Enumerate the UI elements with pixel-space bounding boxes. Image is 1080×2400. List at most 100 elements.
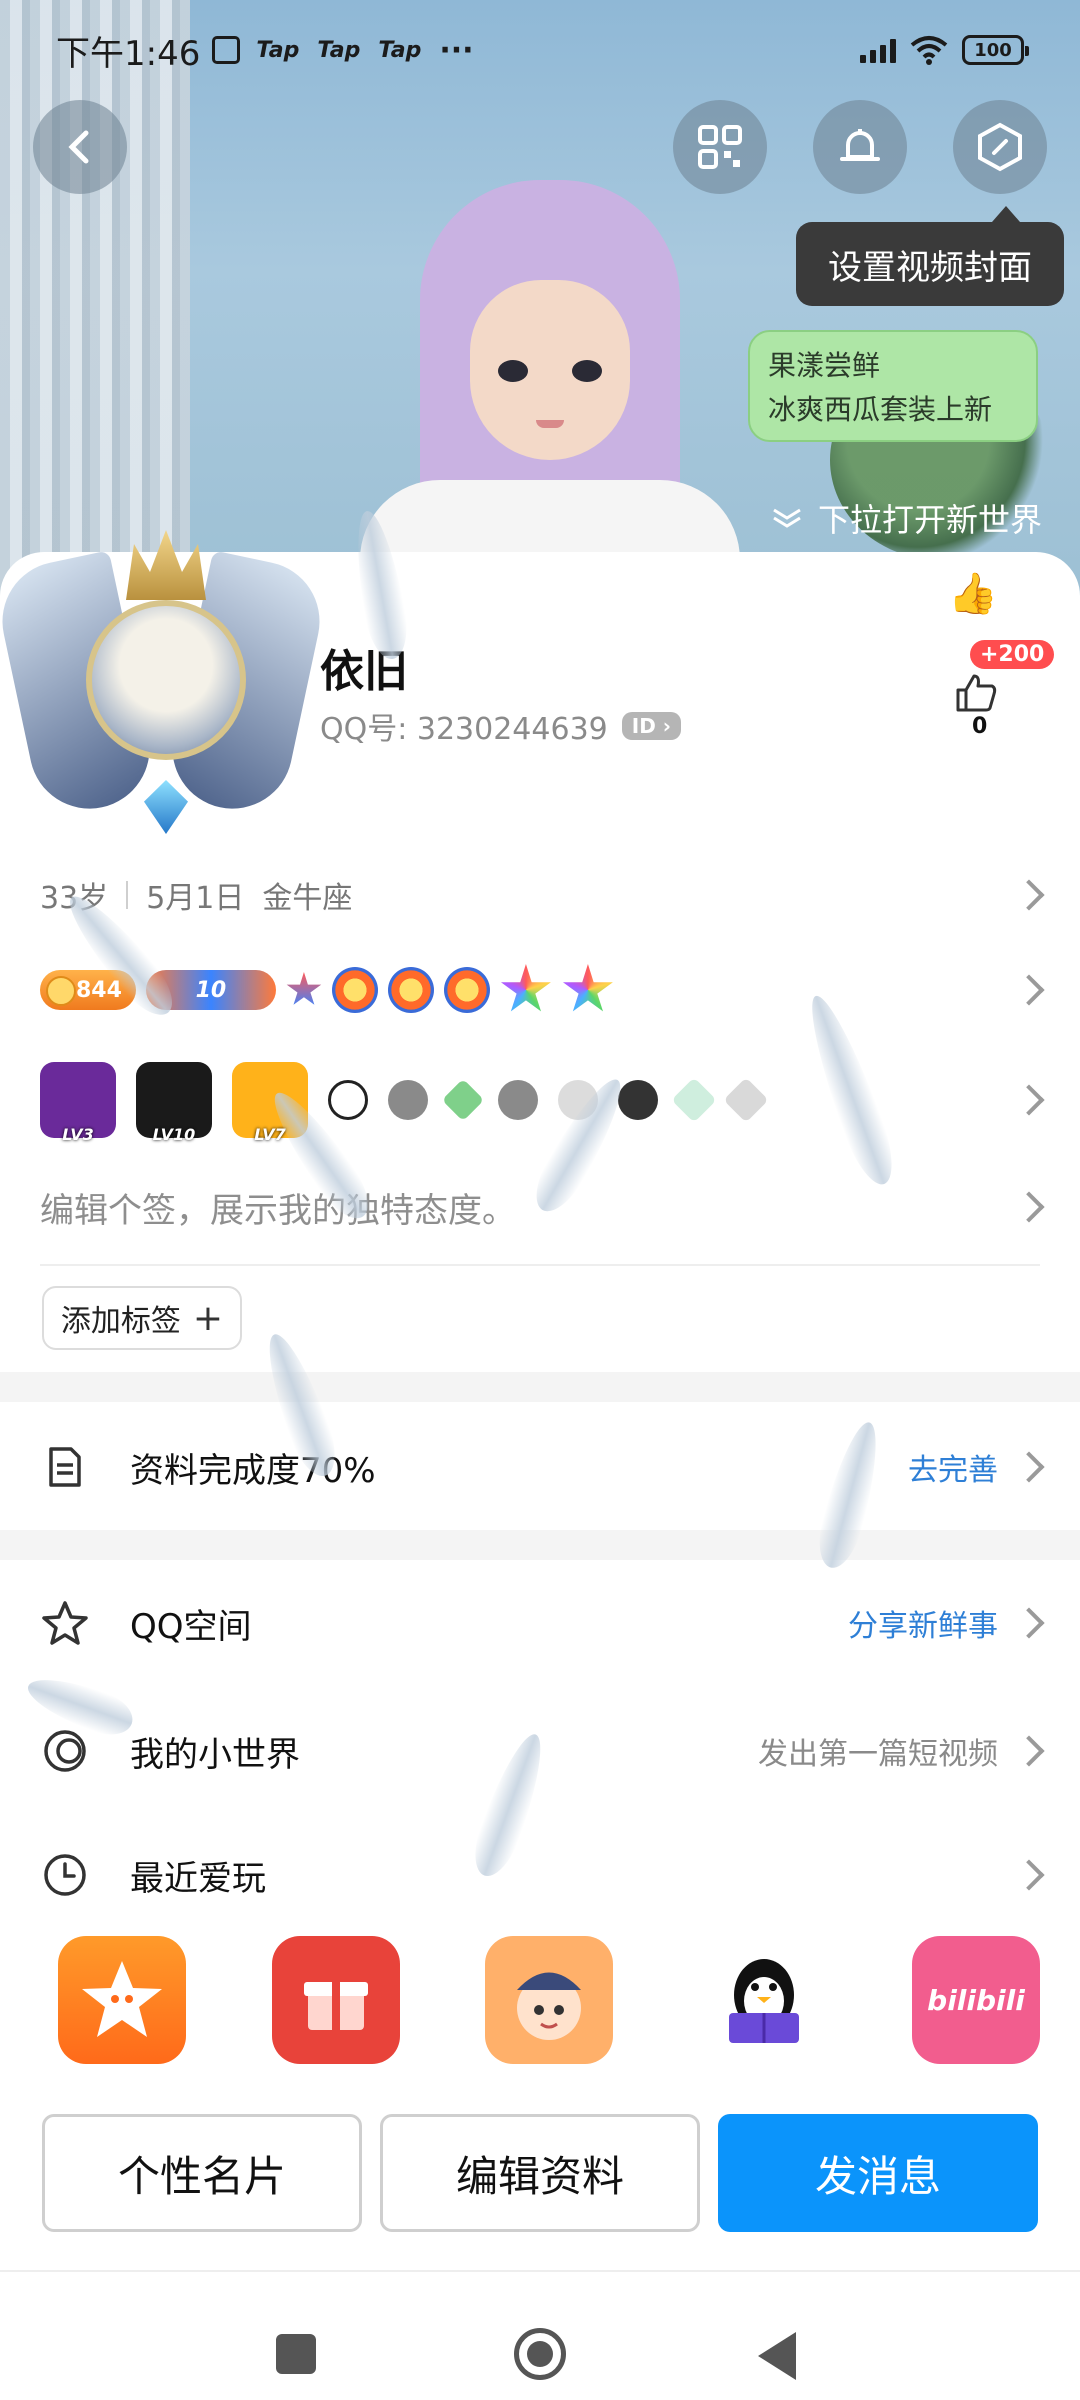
game-badge-lv10: LV10 <box>136 1062 212 1144</box>
bell-icon <box>840 129 880 161</box>
recent-apps: bilibili <box>0 1936 1080 2066</box>
game-badge-label: LV10 <box>152 1125 196 1144</box>
diamond-icon <box>441 1078 485 1122</box>
profile-avatar[interactable] <box>0 510 331 840</box>
chevron-right-icon <box>1013 1607 1045 1639</box>
avatar-frame-crown <box>126 530 206 600</box>
double-chevron-down-icon <box>773 508 801 528</box>
cover-tooltip[interactable]: 设置视频封面 <box>796 206 1064 306</box>
tap-icon: Tap <box>378 37 422 63</box>
diamond-icon <box>723 1077 769 1123</box>
avatar-frame-gem <box>144 780 188 834</box>
profile-completion-row[interactable]: 资料完成度70% 去完善 <box>0 1412 1080 1522</box>
penguin-crown-icon <box>618 1080 658 1120</box>
small-world-icon <box>40 1726 90 1776</box>
small-star-icon <box>286 972 322 1005</box>
chevron-right-icon <box>1013 1859 1045 1891</box>
send-message-button[interactable]: 发消息 <box>718 2114 1038 2232</box>
game-badges-row[interactable]: LV3 LV10 LV7 <box>0 1055 1080 1145</box>
thumbs-up-small-icon: 👍 <box>948 571 998 617</box>
system-navigation-bar <box>0 2270 1080 2400</box>
plus-icon: + <box>192 1297 224 1339</box>
avatar-face <box>470 280 630 460</box>
divider <box>126 881 129 909</box>
qq-number-line[interactable]: QQ号: 3230244639 ID › <box>320 704 682 748</box>
battery-icon: 100 <box>962 35 1029 65</box>
menu-recent-play[interactable]: 最近爱玩 <box>0 1820 1080 1930</box>
menu-right-text: 发出第一篇短视频 <box>758 1737 998 1772</box>
like-count: 0 <box>972 714 988 739</box>
system-back-button[interactable] <box>758 2332 796 2380</box>
promo-bubble[interactable]: 果漾尝鲜 冰爽西瓜套装上新 <box>748 330 1038 442</box>
pull-hint: 下拉打开新世界 <box>770 495 1042 541</box>
birthday: 5月1日 <box>146 881 245 916</box>
id-badge-label: ID <box>631 714 656 738</box>
edit-profile-button[interactable]: 编辑资料 <box>380 2114 700 2232</box>
notification-button[interactable] <box>813 100 907 194</box>
menu-label: QQ空间 <box>130 1606 252 1647</box>
menu-label: 最近爱玩 <box>130 1858 266 1899</box>
zodiac: 金牛座 <box>262 881 353 916</box>
menu-label: 我的小世界 <box>130 1734 300 1775</box>
thumbs-up-icon[interactable] <box>954 672 998 712</box>
nfc-icon <box>212 36 241 64</box>
signature-placeholder: 编辑个签，展示我的独特态度。 <box>40 1190 516 1231</box>
status-right: 100 <box>860 35 1029 65</box>
like-plus-badge: +200 <box>970 640 1055 669</box>
tap-icon: Tap <box>256 37 300 63</box>
star-app-icon[interactable] <box>58 1936 186 2064</box>
bomb-icon <box>328 1080 368 1120</box>
cover-settings-icon <box>978 122 1022 172</box>
anime-game-app-icon[interactable] <box>485 1936 613 2064</box>
recent-apps-button[interactable] <box>276 2334 316 2374</box>
add-tag-label: 添加标签 <box>60 1304 181 1339</box>
add-tag-button[interactable]: 添加标签 + <box>42 1286 242 1350</box>
clock-icon <box>40 1850 90 1900</box>
promo-line-2: 冰爽西瓜套装上新 <box>768 393 993 426</box>
qr-code-button[interactable] <box>673 100 767 194</box>
completion-label: 资料完成度70% <box>130 1450 376 1491</box>
id-badge[interactable]: ID › <box>621 712 682 740</box>
battery-level: 100 <box>974 39 1012 61</box>
promo-line-1: 果漾尝鲜 <box>768 349 881 382</box>
basic-info-row[interactable]: 33岁 5月1日 金牛座 <box>0 860 1080 930</box>
wifi-icon <box>910 36 948 65</box>
cover-settings-button[interactable] <box>953 100 1047 194</box>
home-button[interactable] <box>514 2328 566 2380</box>
more-dots-icon: ··· <box>439 32 474 68</box>
bilibili-app-icon[interactable]: bilibili <box>912 1936 1040 2064</box>
avatar-mouth <box>536 420 564 428</box>
game-badge-lv3: LV3 <box>40 1062 116 1144</box>
profile-card-button[interactable]: 个性名片 <box>42 2114 362 2232</box>
document-icon <box>40 1442 90 1492</box>
menu-qzone[interactable]: QQ空间 分享新鲜事 <box>0 1568 1080 1678</box>
back-button[interactable] <box>33 100 127 194</box>
star-icon <box>500 964 551 1012</box>
qzone-star-icon <box>40 1598 90 1648</box>
avatar-eye-right <box>572 360 602 382</box>
like-area[interactable]: 👍 +200 0 <box>930 560 1055 740</box>
avatar-image <box>86 600 246 760</box>
gift-app-icon[interactable] <box>272 1936 400 2064</box>
hat-icon <box>388 1080 428 1120</box>
bilibili-app-label: bilibili <box>927 1983 1025 2017</box>
diamond-icon <box>671 1077 717 1123</box>
qr-code-icon <box>698 125 742 169</box>
signal-icon <box>860 37 896 63</box>
chevron-right-icon <box>1013 1735 1045 1767</box>
penguin-reading-app-icon[interactable] <box>700 1936 828 2064</box>
menu-right-text: 分享新鲜事 <box>848 1609 998 1644</box>
hat-icon <box>498 1080 538 1120</box>
back-arrow-icon <box>68 130 89 164</box>
chevron-right-icon <box>1013 1451 1045 1483</box>
status-left-icons: Tap Tap Tap ··· <box>256 33 473 68</box>
pull-hint-text: 下拉打开新世界 <box>818 501 1043 539</box>
complete-profile-link[interactable]: 去完善 <box>908 1445 998 1489</box>
avatar-eye-left <box>498 360 528 382</box>
sun-icon <box>387 967 434 1013</box>
qq-number: QQ号: 3230244639 <box>320 712 608 747</box>
cover-avatar-figure <box>360 180 740 600</box>
section-gap <box>0 1530 1080 1560</box>
status-time: 下午1:46 <box>56 33 201 74</box>
tap-icon: Tap <box>317 37 361 63</box>
